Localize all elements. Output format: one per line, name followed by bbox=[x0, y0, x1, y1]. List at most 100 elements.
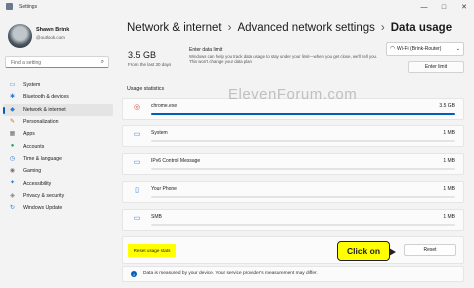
app-usage-amount: 1 MB bbox=[443, 214, 455, 220]
sidebar: Shawn Brink @outlook.com Find a setting … bbox=[0, 14, 116, 288]
app-usage-row: ▭ SMB 1 MB bbox=[122, 209, 464, 231]
usage-bar-track bbox=[151, 113, 455, 115]
data-limit-title: Enter data limit bbox=[189, 47, 223, 53]
sidebar-item-bluetooth-devices[interactable]: ✱ Bluetooth & devices bbox=[3, 91, 113, 103]
sidebar-item-label: Apps bbox=[23, 131, 35, 138]
usage-bar-track bbox=[151, 168, 455, 170]
reset-usage-row: Reset usage stats Reset bbox=[122, 236, 464, 264]
app-usage-amount: 1 MB bbox=[443, 186, 455, 192]
sidebar-item-label: Privacy & security bbox=[23, 192, 65, 199]
sidebar-item-network-internet[interactable]: ◆ Network & internet bbox=[3, 103, 113, 116]
usage-bar-track bbox=[151, 140, 455, 142]
watermark: ElevenForum.com bbox=[228, 86, 358, 103]
minimize-button[interactable]: — bbox=[416, 0, 432, 14]
brush-icon: ✎ bbox=[9, 118, 16, 125]
close-button[interactable]: ✕ bbox=[456, 0, 472, 14]
bluetooth-icon: ✱ bbox=[9, 94, 16, 101]
sidebar-item-apps[interactable]: ▦ Apps bbox=[3, 128, 113, 140]
person-icon: ● bbox=[10, 143, 15, 150]
sidebar-item-label: Time & language bbox=[23, 155, 63, 162]
app-name: Your Phone bbox=[151, 186, 177, 192]
accessibility-icon: ✦ bbox=[9, 180, 16, 187]
sidebar-item-label: Accessibility bbox=[23, 180, 52, 187]
data-limit-description: Windows can help you track data usage to… bbox=[189, 54, 378, 64]
ipv6-icon: ▭ bbox=[133, 159, 141, 166]
app-name: SMB bbox=[151, 214, 162, 220]
app-usage-row: ▯ Your Phone 1 MB bbox=[122, 181, 464, 203]
phone-icon: ▯ bbox=[135, 187, 139, 194]
app-usage-amount: 1 MB bbox=[443, 130, 455, 136]
search-input[interactable]: Find a setting ⌕ bbox=[5, 56, 109, 68]
sidebar-item-personalization[interactable]: ✎ Personalization bbox=[3, 116, 113, 128]
usage-amount: 3.5 GB bbox=[128, 50, 157, 60]
usage-bar-track bbox=[151, 224, 455, 226]
sidebar-item-privacy-security[interactable]: ◈ Privacy & security bbox=[3, 190, 113, 202]
sidebar-item-label: Windows Update bbox=[23, 205, 63, 212]
search-icon: ⌕ bbox=[100, 59, 104, 65]
settings-app-icon bbox=[6, 3, 13, 10]
app-usage-amount: 3.5 GB bbox=[439, 103, 455, 109]
click-on-callout: Click on bbox=[337, 241, 396, 261]
info-icon: i bbox=[131, 271, 137, 277]
user-name: Shawn Brink bbox=[36, 27, 70, 33]
smb-icon: ▭ bbox=[133, 215, 141, 222]
sidebar-item-accessibility[interactable]: ✦ Accessibility bbox=[3, 177, 113, 189]
sidebar-item-system[interactable]: ▭ System bbox=[3, 79, 113, 91]
info-text: Data is measured by your device. Your se… bbox=[143, 271, 318, 276]
shield-icon: ◈ bbox=[10, 192, 15, 199]
sidebar-item-label: Personalization bbox=[23, 119, 59, 126]
sidebar-item-label: Bluetooth & devices bbox=[23, 94, 69, 101]
usage-bar-fill bbox=[151, 113, 455, 115]
app-usage-amount: 1 MB bbox=[443, 158, 455, 164]
sidebar-item-label: Accounts bbox=[23, 143, 45, 150]
network-select[interactable]: ◠ Wi-Fi (Brink-Router) ⌄ bbox=[386, 42, 464, 56]
sidebar-item-label: Gaming bbox=[23, 168, 42, 175]
reset-usage-label: Reset usage stats bbox=[128, 244, 176, 257]
usage-statistics-label: Usage statistics bbox=[127, 86, 165, 92]
breadcrumb-separator: › bbox=[227, 22, 232, 34]
user-profile[interactable]: Shawn Brink @outlook.com bbox=[8, 24, 118, 48]
avatar bbox=[8, 24, 32, 48]
system-icon: ▭ bbox=[133, 131, 141, 138]
maximize-button[interactable]: □ bbox=[436, 0, 452, 14]
title-bar: Settings — □ ✕ bbox=[0, 0, 474, 14]
app-name: System bbox=[151, 130, 168, 136]
data-limit-section: Enter data limit Windows can help you tr… bbox=[189, 47, 379, 64]
sidebar-nav: ▭ System ✱ Bluetooth & devices ◆ Network & in… bbox=[3, 79, 113, 214]
usage-summary: 3.5 GB From the last 30 days bbox=[128, 50, 171, 67]
update-icon: ↻ bbox=[9, 204, 16, 211]
settings-window: Settings — □ ✕ Shawn Brink @outlook.com … bbox=[0, 0, 474, 288]
gamepad-icon: ◉ bbox=[9, 168, 16, 175]
network-icon: ◆ bbox=[10, 106, 15, 113]
page-title: Data usage bbox=[390, 22, 453, 34]
breadcrumb-network[interactable]: Network & internet bbox=[127, 22, 222, 34]
usage-period: From the last 30 days bbox=[128, 62, 172, 67]
app-usage-row: ▭ IPv6 Control Message 1 MB bbox=[122, 153, 464, 175]
sidebar-item-accounts[interactable]: ● Accounts bbox=[3, 140, 113, 152]
enter-limit-button[interactable]: Enter limit bbox=[408, 61, 464, 73]
usage-bar-track bbox=[151, 196, 455, 198]
info-notice: i Data is measured by your device. Your … bbox=[122, 266, 464, 282]
app-name: chrome.exe bbox=[151, 103, 178, 109]
breadcrumb: Network & internet › Advanced network sett… bbox=[127, 22, 452, 34]
sidebar-item-gaming[interactable]: ◉ Gaming bbox=[3, 165, 113, 177]
reset-button[interactable]: Reset bbox=[404, 244, 456, 256]
sidebar-item-time-language[interactable]: ◷ Time & language bbox=[3, 153, 113, 165]
app-name: IPv6 Control Message bbox=[151, 158, 201, 164]
chevron-down-icon: ⌄ bbox=[455, 46, 460, 52]
chrome-icon: ◎ bbox=[133, 104, 141, 111]
clock-icon: ◷ bbox=[9, 155, 16, 162]
monitor-icon: ▭ bbox=[9, 82, 16, 88]
sidebar-item-label: System bbox=[23, 82, 41, 89]
sidebar-item-label: Network & internet bbox=[23, 106, 66, 113]
window-title: Settings bbox=[19, 4, 38, 10]
search-placeholder: Find a setting bbox=[11, 60, 42, 66]
sidebar-item-windows-update[interactable]: ↻ Windows Update bbox=[3, 202, 113, 214]
apps-icon: ▦ bbox=[9, 131, 16, 138]
breadcrumb-separator: › bbox=[380, 22, 385, 34]
network-select-value: Wi-Fi (Brink-Router) bbox=[397, 46, 442, 52]
breadcrumb-advanced[interactable]: Advanced network settings bbox=[237, 22, 374, 34]
wifi-icon: ◠ bbox=[390, 46, 396, 52]
user-email: @outlook.com bbox=[36, 35, 65, 40]
app-usage-row: ▭ System 1 MB bbox=[122, 125, 464, 147]
